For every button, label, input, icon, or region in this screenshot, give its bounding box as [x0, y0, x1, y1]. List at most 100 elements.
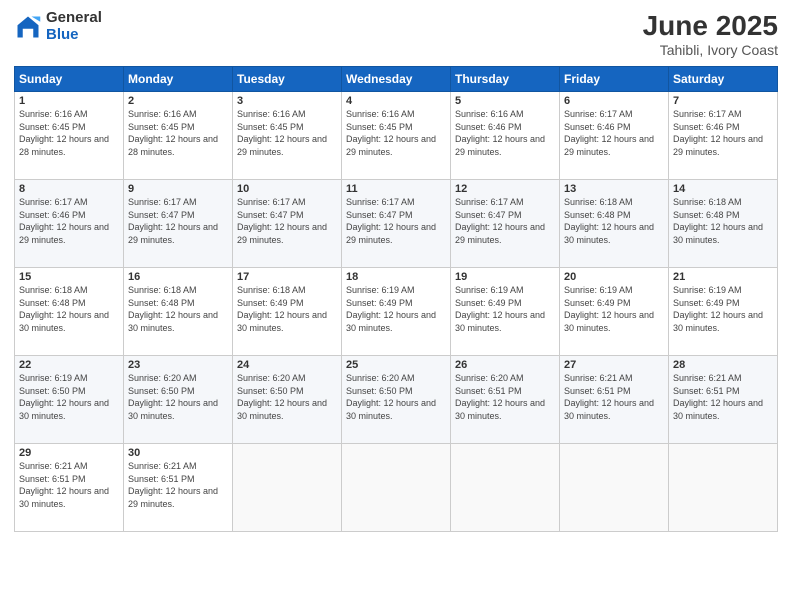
cell-info: Sunrise: 6:21 AMSunset: 6:51 PMDaylight:…: [673, 372, 773, 422]
table-row: [342, 444, 451, 532]
cell-info: Sunrise: 6:16 AMSunset: 6:45 PMDaylight:…: [237, 108, 337, 158]
calendar-week-row: 29 Sunrise: 6:21 AMSunset: 6:51 PMDaylig…: [15, 444, 778, 532]
cell-date: 20: [564, 271, 664, 283]
cell-info: Sunrise: 6:19 AMSunset: 6:49 PMDaylight:…: [673, 284, 773, 334]
table-row: 22 Sunrise: 6:19 AMSunset: 6:50 PMDaylig…: [15, 356, 124, 444]
cell-info: Sunrise: 6:18 AMSunset: 6:48 PMDaylight:…: [673, 196, 773, 246]
table-row: 10 Sunrise: 6:17 AMSunset: 6:47 PMDaylig…: [233, 180, 342, 268]
cell-info: Sunrise: 6:18 AMSunset: 6:49 PMDaylight:…: [237, 284, 337, 334]
cell-info: Sunrise: 6:20 AMSunset: 6:50 PMDaylight:…: [128, 372, 228, 422]
cell-info: Sunrise: 6:21 AMSunset: 6:51 PMDaylight:…: [564, 372, 664, 422]
logo-blue-label: Blue: [46, 27, 102, 44]
cell-info: Sunrise: 6:17 AMSunset: 6:47 PMDaylight:…: [237, 196, 337, 246]
header-thursday: Thursday: [451, 67, 560, 92]
title-block: June 2025 Tahibli, Ivory Coast: [643, 10, 778, 58]
cell-info: Sunrise: 6:16 AMSunset: 6:45 PMDaylight:…: [19, 108, 119, 158]
header-wednesday: Wednesday: [342, 67, 451, 92]
table-row: 3 Sunrise: 6:16 AMSunset: 6:45 PMDayligh…: [233, 92, 342, 180]
calendar-week-row: 22 Sunrise: 6:19 AMSunset: 6:50 PMDaylig…: [15, 356, 778, 444]
cell-info: Sunrise: 6:16 AMSunset: 6:45 PMDaylight:…: [128, 108, 228, 158]
cell-date: 28: [673, 359, 773, 371]
cell-info: Sunrise: 6:19 AMSunset: 6:49 PMDaylight:…: [455, 284, 555, 334]
cell-info: Sunrise: 6:20 AMSunset: 6:50 PMDaylight:…: [346, 372, 446, 422]
table-row: 2 Sunrise: 6:16 AMSunset: 6:45 PMDayligh…: [124, 92, 233, 180]
table-row: 26 Sunrise: 6:20 AMSunset: 6:51 PMDaylig…: [451, 356, 560, 444]
table-row: 15 Sunrise: 6:18 AMSunset: 6:48 PMDaylig…: [15, 268, 124, 356]
cell-info: Sunrise: 6:17 AMSunset: 6:47 PMDaylight:…: [346, 196, 446, 246]
table-row: 23 Sunrise: 6:20 AMSunset: 6:50 PMDaylig…: [124, 356, 233, 444]
table-row: 4 Sunrise: 6:16 AMSunset: 6:45 PMDayligh…: [342, 92, 451, 180]
cell-info: Sunrise: 6:17 AMSunset: 6:46 PMDaylight:…: [564, 108, 664, 158]
cell-date: 4: [346, 95, 446, 107]
cell-info: Sunrise: 6:19 AMSunset: 6:49 PMDaylight:…: [564, 284, 664, 334]
table-row: 18 Sunrise: 6:19 AMSunset: 6:49 PMDaylig…: [342, 268, 451, 356]
cell-date: 18: [346, 271, 446, 283]
cell-date: 7: [673, 95, 773, 107]
location-label: Tahibli, Ivory Coast: [643, 42, 778, 58]
cell-date: 2: [128, 95, 228, 107]
cell-date: 9: [128, 183, 228, 195]
table-row: 1 Sunrise: 6:16 AMSunset: 6:45 PMDayligh…: [15, 92, 124, 180]
logo-icon: [14, 13, 42, 41]
cell-date: 1: [19, 95, 119, 107]
cell-date: 14: [673, 183, 773, 195]
cell-date: 16: [128, 271, 228, 283]
cell-date: 30: [128, 447, 228, 459]
table-row: 27 Sunrise: 6:21 AMSunset: 6:51 PMDaylig…: [560, 356, 669, 444]
cell-date: 11: [346, 183, 446, 195]
cell-date: 8: [19, 183, 119, 195]
cell-date: 22: [19, 359, 119, 371]
table-row: 28 Sunrise: 6:21 AMSunset: 6:51 PMDaylig…: [669, 356, 778, 444]
cell-date: 19: [455, 271, 555, 283]
header-sunday: Sunday: [15, 67, 124, 92]
cell-info: Sunrise: 6:21 AMSunset: 6:51 PMDaylight:…: [128, 460, 228, 510]
cell-date: 3: [237, 95, 337, 107]
table-row: 8 Sunrise: 6:17 AMSunset: 6:46 PMDayligh…: [15, 180, 124, 268]
cell-info: Sunrise: 6:18 AMSunset: 6:48 PMDaylight:…: [128, 284, 228, 334]
header-friday: Friday: [560, 67, 669, 92]
cell-date: 6: [564, 95, 664, 107]
cell-date: 23: [128, 359, 228, 371]
table-row: 20 Sunrise: 6:19 AMSunset: 6:49 PMDaylig…: [560, 268, 669, 356]
calendar-table: Sunday Monday Tuesday Wednesday Thursday…: [14, 66, 778, 532]
table-row: 24 Sunrise: 6:20 AMSunset: 6:50 PMDaylig…: [233, 356, 342, 444]
table-row: [560, 444, 669, 532]
header: General Blue June 2025 Tahibli, Ivory Co…: [14, 10, 778, 58]
cell-date: 15: [19, 271, 119, 283]
table-row: [669, 444, 778, 532]
table-row: 25 Sunrise: 6:20 AMSunset: 6:50 PMDaylig…: [342, 356, 451, 444]
table-row: 19 Sunrise: 6:19 AMSunset: 6:49 PMDaylig…: [451, 268, 560, 356]
cell-date: 21: [673, 271, 773, 283]
table-row: 29 Sunrise: 6:21 AMSunset: 6:51 PMDaylig…: [15, 444, 124, 532]
logo-text: General Blue: [46, 10, 102, 43]
calendar-week-row: 1 Sunrise: 6:16 AMSunset: 6:45 PMDayligh…: [15, 92, 778, 180]
logo: General Blue: [14, 10, 102, 43]
cell-info: Sunrise: 6:21 AMSunset: 6:51 PMDaylight:…: [19, 460, 119, 510]
cell-info: Sunrise: 6:19 AMSunset: 6:49 PMDaylight:…: [346, 284, 446, 334]
cell-date: 13: [564, 183, 664, 195]
header-saturday: Saturday: [669, 67, 778, 92]
cell-date: 29: [19, 447, 119, 459]
cell-info: Sunrise: 6:17 AMSunset: 6:47 PMDaylight:…: [455, 196, 555, 246]
table-row: 7 Sunrise: 6:17 AMSunset: 6:46 PMDayligh…: [669, 92, 778, 180]
cell-info: Sunrise: 6:20 AMSunset: 6:50 PMDaylight:…: [237, 372, 337, 422]
cell-date: 10: [237, 183, 337, 195]
cell-info: Sunrise: 6:20 AMSunset: 6:51 PMDaylight:…: [455, 372, 555, 422]
cell-info: Sunrise: 6:18 AMSunset: 6:48 PMDaylight:…: [564, 196, 664, 246]
table-row: 14 Sunrise: 6:18 AMSunset: 6:48 PMDaylig…: [669, 180, 778, 268]
table-row: [233, 444, 342, 532]
table-row: 5 Sunrise: 6:16 AMSunset: 6:46 PMDayligh…: [451, 92, 560, 180]
cell-info: Sunrise: 6:19 AMSunset: 6:50 PMDaylight:…: [19, 372, 119, 422]
table-row: 21 Sunrise: 6:19 AMSunset: 6:49 PMDaylig…: [669, 268, 778, 356]
cell-info: Sunrise: 6:17 AMSunset: 6:46 PMDaylight:…: [19, 196, 119, 246]
table-row: 30 Sunrise: 6:21 AMSunset: 6:51 PMDaylig…: [124, 444, 233, 532]
cell-date: 17: [237, 271, 337, 283]
table-row: 13 Sunrise: 6:18 AMSunset: 6:48 PMDaylig…: [560, 180, 669, 268]
header-tuesday: Tuesday: [233, 67, 342, 92]
cell-info: Sunrise: 6:16 AMSunset: 6:46 PMDaylight:…: [455, 108, 555, 158]
table-row: 16 Sunrise: 6:18 AMSunset: 6:48 PMDaylig…: [124, 268, 233, 356]
cell-date: 25: [346, 359, 446, 371]
month-year-title: June 2025: [643, 10, 778, 42]
cell-info: Sunrise: 6:17 AMSunset: 6:47 PMDaylight:…: [128, 196, 228, 246]
calendar-header-row: Sunday Monday Tuesday Wednesday Thursday…: [15, 67, 778, 92]
